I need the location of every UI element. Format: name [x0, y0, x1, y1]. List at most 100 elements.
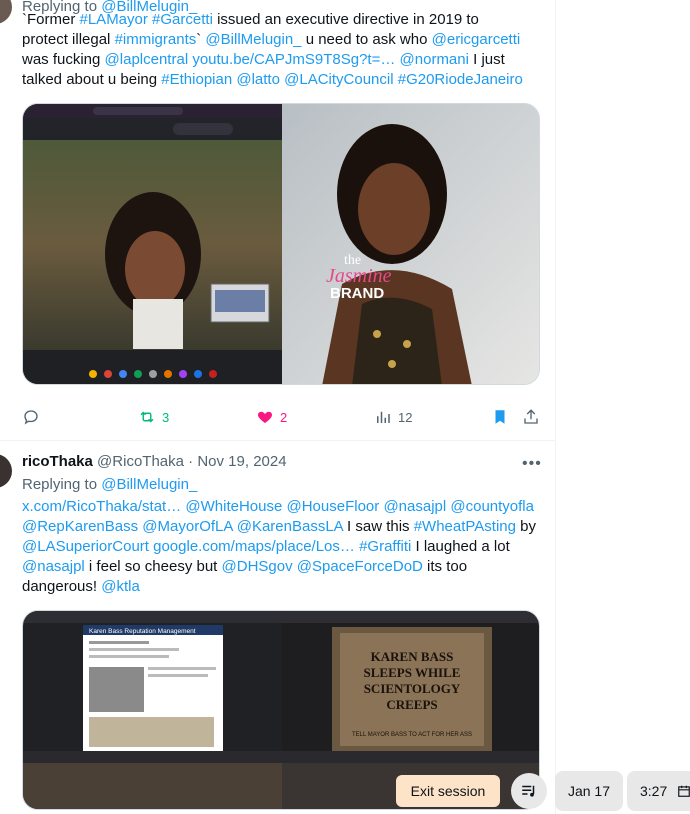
poster-line3: SCIENTOLOGY: [364, 681, 461, 696]
tweet-link[interactable]: @countyofla: [450, 498, 534, 515]
tweet-link[interactable]: @WhiteHouse: [185, 498, 282, 515]
tweet-link[interactable]: @ericgarcetti: [432, 31, 521, 48]
share-button[interactable]: [522, 408, 540, 426]
retweet-count: 3: [162, 409, 170, 425]
media-image-right[interactable]: the Jasmine BRAND: [282, 104, 539, 384]
poster-line1: KAREN BASS: [371, 649, 454, 664]
bookmark-button[interactable]: [491, 408, 509, 426]
tweet-link[interactable]: @latto: [236, 71, 280, 88]
tweet-text: x.com/RicoThaka/stat… @WhiteHouse @House…: [22, 497, 542, 597]
playlist-icon: [522, 785, 535, 797]
like-count: 2: [280, 409, 288, 425]
playlist-button[interactable]: [511, 773, 547, 809]
tweet-link[interactable]: #Ethiopian: [161, 71, 232, 88]
tweet-link[interactable]: #LAMayor: [80, 11, 148, 28]
author-name[interactable]: ricoThaka: [22, 453, 93, 470]
retweet-button[interactable]: 3: [138, 408, 169, 426]
replying-handle-link[interactable]: @BillMelugin_: [101, 476, 197, 493]
tweet-link[interactable]: @KarenBassLA: [237, 518, 343, 535]
heart-filled-icon: [257, 411, 273, 423]
tweet-link[interactable]: @BillMelugin_: [205, 31, 301, 48]
tweet-link[interactable]: #G20RiodeJaneiro: [398, 71, 523, 88]
reply-button[interactable]: [22, 408, 46, 426]
tweet-text-line: protect illegal #immigrants` @BillMelugi…: [22, 30, 542, 50]
tweet-link[interactable]: #Graffiti: [359, 538, 411, 555]
tweet-text-segment: dangerous!: [22, 578, 102, 595]
tweet-text-segment: talked about u being: [22, 71, 162, 88]
tweet-text-segment: protect illegal: [22, 31, 115, 48]
tweet-link[interactable]: @LACityCouncil: [284, 71, 393, 88]
tweet-text-segment: I saw this: [342, 518, 414, 535]
time-label: 3:27: [640, 783, 668, 799]
tweet-link[interactable]: #immigrants: [115, 31, 197, 48]
tweet-text-line: was fucking @laplcentral youtu.be/CAPJmS…: [22, 50, 542, 70]
tweet-text-segment: `Former: [22, 11, 80, 28]
timeline-feed: Replying to @BillMelugin_ `Former #LAMay…: [0, 0, 556, 814]
tweet-link[interactable]: @normani: [400, 51, 469, 68]
tweet-link[interactable]: youtu.be/CAPJmS9T8Sg?t=…: [192, 51, 395, 68]
screenshot-thumbnail: [23, 104, 282, 384]
tweet-text-segment: was fucking: [22, 51, 105, 68]
tweet-text-segment: I just: [468, 51, 505, 68]
tweet-link[interactable]: @nasajpl: [22, 558, 85, 575]
tweet[interactable]: Replying to @BillMelugin_ `Former #LAMay…: [0, 0, 555, 440]
tweet-text-segment: its too: [422, 558, 468, 575]
photo-thumbnail: the Jasmine BRAND: [282, 104, 539, 384]
tweet-link[interactable]: @SpaceForceDoD: [297, 558, 423, 575]
reply-icon: [24, 410, 38, 425]
tweet-text-line: talked about u being #Ethiopian @latto @…: [22, 70, 542, 90]
author-handle[interactable]: @RicoThaka: [97, 453, 184, 470]
poster-line5: TELL MAYOR BASS TO ACT FOR HER ASS: [352, 732, 472, 738]
tweet-link[interactable]: @laplcentral: [105, 51, 189, 68]
tweet-text-segment: by: [516, 518, 537, 535]
tweet-link[interactable]: @DHSgov: [222, 558, 293, 575]
tweet-text-line: @LASuperiorCourt google.com/maps/place/L…: [22, 537, 542, 557]
exit-session-button[interactable]: Exit session: [396, 775, 500, 807]
tweet-link[interactable]: @HouseFloor: [287, 498, 380, 515]
tweet-link[interactable]: x.com/RicoThaka/stat…: [22, 498, 181, 515]
media-left-title: Karen Bass Reputation Management: [89, 628, 196, 635]
tweet-link[interactable]: google.com/maps/place/Los…: [153, 538, 355, 555]
media-image-left[interactable]: [23, 104, 282, 384]
share-icon: [524, 409, 538, 424]
views-button[interactable]: 12: [374, 408, 412, 426]
tweet-text-segment: issued an executive directive in 2019 to: [212, 11, 479, 28]
tweet-actions: 3 2 12: [22, 408, 542, 430]
views-count: 12: [398, 409, 413, 425]
tweet-link[interactable]: @MayorOfLA: [142, 518, 232, 535]
media-watermark-line3: BRAND: [330, 285, 384, 302]
tweet-link[interactable]: @ktla: [101, 578, 140, 595]
tweet-text: `Former #LAMayor #Garcetti issued an exe…: [22, 10, 542, 90]
tweet-link[interactable]: #WheatPAsting: [414, 518, 516, 535]
tweet-text-line: @nasajpl i feel so cheesy but @DHSgov @S…: [22, 557, 542, 577]
time-display[interactable]: 3:27: [627, 771, 690, 811]
like-button[interactable]: 2: [256, 408, 287, 426]
tweet-link[interactable]: @RepKarenBass: [22, 518, 138, 535]
date-display[interactable]: Jan 17: [555, 771, 623, 811]
tweet-header: ricoThaka @RicoThaka · Nov 19, 2024: [22, 453, 287, 470]
poster-line4: CREEPS: [386, 697, 437, 712]
poster-line2: SLEEPS WHILE: [364, 665, 461, 680]
avatar[interactable]: [0, 454, 12, 488]
analytics-icon: [377, 411, 390, 423]
calendar-icon: [678, 785, 690, 797]
media-watermark-line2: Jasmine: [326, 265, 392, 287]
avatar[interactable]: [0, 0, 12, 24]
tweet-media[interactable]: the Jasmine BRAND: [22, 103, 540, 385]
tweet-link[interactable]: @LASuperiorCourt: [22, 538, 149, 555]
replying-to: Replying to @BillMelugin_: [22, 476, 197, 493]
retweet-icon: [140, 411, 154, 423]
more-options-icon[interactable]: •••: [522, 455, 542, 473]
tweet-text-line: dangerous! @ktla: [22, 577, 542, 597]
tweet-text-segment: i feel so cheesy but: [84, 558, 222, 575]
tweet-date[interactable]: Nov 19, 2024: [197, 453, 286, 470]
tweet-text-line: @RepKarenBass @MayorOfLA @KarenBassLA I …: [22, 517, 542, 537]
meta-separator: ·: [183, 453, 198, 470]
tweet-link[interactable]: @nasajpl: [383, 498, 446, 515]
right-column: [557, 0, 690, 814]
tweet-link[interactable]: #Garcetti: [152, 11, 213, 28]
tweet-text-line: `Former #LAMayor #Garcetti issued an exe…: [22, 10, 542, 30]
replying-prefix: Replying to: [22, 476, 102, 493]
tweet[interactable]: ricoThaka @RicoThaka · Nov 19, 2024 ••• …: [0, 440, 555, 814]
bookmark-filled-icon: [495, 410, 505, 424]
